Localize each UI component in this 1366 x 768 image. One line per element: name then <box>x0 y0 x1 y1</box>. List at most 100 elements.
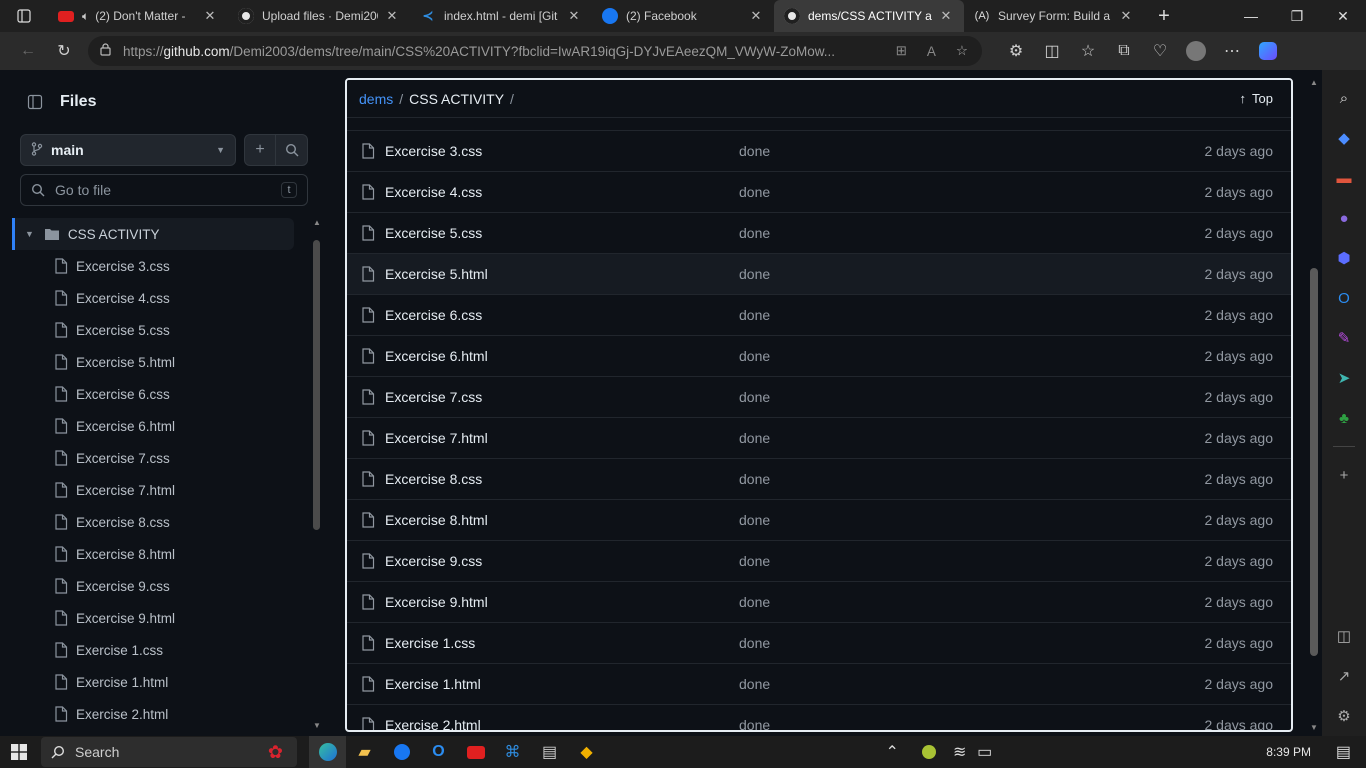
file-name-link[interactable]: Excercise 8.css <box>385 471 739 487</box>
add-file-button[interactable]: + <box>245 135 277 165</box>
tree-file-item[interactable]: Excercise 5.css <box>12 314 294 346</box>
edge-browser-icon[interactable] <box>309 736 346 768</box>
back-to-top-link[interactable]: ↑ Top <box>1240 91 1273 106</box>
breadcrumb-repo-link[interactable]: dems <box>359 91 393 107</box>
close-tab-icon[interactable]: ✕ <box>748 8 764 24</box>
security-status-icon[interactable] <box>911 736 948 768</box>
read-aloud-icon[interactable]: A <box>927 44 936 59</box>
close-tab-icon[interactable]: ✕ <box>1118 8 1134 24</box>
browser-tab[interactable]: ≺ index.html - demi [Git ✕ <box>410 0 592 32</box>
file-name-link[interactable]: Exercise 1.css <box>385 635 739 651</box>
collapse-sidebar-icon[interactable] <box>20 87 50 117</box>
branch-selector[interactable]: main ▼ <box>20 134 236 166</box>
commit-message-link[interactable]: done <box>739 512 1205 528</box>
send-icon[interactable]: ➤ <box>1330 364 1358 392</box>
table-row[interactable]: Excercise 9.html done 2 days ago <box>347 581 1291 622</box>
speaker-icon[interactable]: 🔈︎ <box>82 9 89 24</box>
battery-icon[interactable]: ▭ <box>972 736 998 768</box>
tree-file-item[interactable]: Excercise 6.html <box>12 410 294 442</box>
tree-file-item[interactable]: Excercise 3.css <box>12 250 294 282</box>
tree-file-item[interactable]: Excercise 6.css <box>12 378 294 410</box>
commit-message-link[interactable]: done <box>739 676 1205 692</box>
table-row[interactable]: Excercise 6.html done 2 days ago <box>347 335 1291 376</box>
browser-tab[interactable]: dems/CSS ACTIVITY at ✕ <box>774 0 964 32</box>
table-row[interactable]: Excercise 3.css done 2 days ago <box>347 130 1291 171</box>
close-window-button[interactable]: ✕ <box>1320 0 1366 32</box>
shopping-tag-icon[interactable]: ◆ <box>1330 124 1358 152</box>
file-explorer-icon[interactable]: ▰ <box>346 736 383 768</box>
close-tab-icon[interactable]: ✕ <box>938 8 954 24</box>
tree-folder-css-activity[interactable]: ▼ CSS ACTIVITY <box>12 218 294 250</box>
browser-tab[interactable]: Upload files · Demi200 ✕ <box>228 0 410 32</box>
split-screen-icon[interactable]: ◫ <box>1034 36 1070 66</box>
file-name-link[interactable]: Excercise 9.html <box>385 594 739 610</box>
table-row[interactable]: Exercise 1.html done 2 days ago <box>347 663 1291 704</box>
commit-message-link[interactable]: done <box>739 430 1205 446</box>
table-row[interactable]: Exercise 1.css done 2 days ago <box>347 622 1291 663</box>
browser-tab[interactable]: 🔈︎ (2) Don't Matter - ✕ <box>48 0 228 32</box>
file-name-link[interactable]: Excercise 3.css <box>385 143 739 159</box>
performance-icon[interactable]: ♡ <box>1142 36 1178 66</box>
tree-file-item[interactable]: Exercise 2.html <box>12 698 294 730</box>
tree-file-item[interactable]: Excercise 4.css <box>12 282 294 314</box>
file-name-link[interactable]: Excercise 4.css <box>385 184 739 200</box>
outlook-icon[interactable]: O <box>420 736 457 768</box>
table-row[interactable]: Excercise 5.html done 2 days ago <box>347 253 1291 294</box>
taskbar-search[interactable]: Search ✿ <box>41 737 297 767</box>
favorite-star-icon[interactable]: ☆ <box>956 43 968 59</box>
sidebar-layout-icon[interactable]: ◫ <box>1330 622 1358 650</box>
wifi-icon[interactable]: ≋ <box>948 736 972 768</box>
file-name-link[interactable]: Exercise 1.html <box>385 676 739 692</box>
page-scrollbar[interactable]: ▲ ▼ <box>1306 78 1322 732</box>
go-to-file-input[interactable]: Go to file t <box>20 174 308 206</box>
table-row[interactable]: Excercise 7.css done 2 days ago <box>347 376 1291 417</box>
minimize-button[interactable]: — <box>1228 0 1274 32</box>
file-name-link[interactable]: Excercise 5.html <box>385 266 739 282</box>
office-icon[interactable]: ⬢ <box>1330 244 1358 272</box>
commit-message-link[interactable]: done <box>739 594 1205 610</box>
commit-message-link[interactable]: done <box>739 389 1205 405</box>
table-row[interactable]: Excercise 8.html done 2 days ago <box>347 499 1291 540</box>
file-name-link[interactable]: Exercise 2.html <box>385 717 739 730</box>
tree-file-item[interactable]: Excercise 8.css <box>12 506 294 538</box>
table-row[interactable]: Exercise 2.html done 2 days ago <box>347 704 1291 730</box>
refresh-button[interactable]: ↻ <box>46 36 82 66</box>
table-row[interactable]: Excercise 8.css done 2 days ago <box>347 458 1291 499</box>
add-sidebar-app-icon[interactable]: + <box>1330 461 1358 489</box>
people-icon[interactable]: ● <box>1330 204 1358 232</box>
file-name-link[interactable]: Excercise 6.html <box>385 348 739 364</box>
file-name-link[interactable]: Excercise 7.css <box>385 389 739 405</box>
show-hidden-icons-chevron-icon[interactable]: ⌃ <box>874 736 911 768</box>
tools-icon[interactable]: ▬ <box>1330 164 1358 192</box>
tree-file-item[interactable]: Exercise 1.css <box>12 634 294 666</box>
new-tab-button[interactable]: + <box>1144 0 1184 32</box>
file-name-link[interactable]: Excercise 5.css <box>385 225 739 241</box>
browser-tab[interactable]: (2) Facebook ✕ <box>592 0 774 32</box>
commit-message-link[interactable]: done <box>739 471 1205 487</box>
file-name-link[interactable]: Excercise 7.html <box>385 430 739 446</box>
file-name-link[interactable]: Excercise 6.css <box>385 307 739 323</box>
vscode-icon[interactable]: ⌘ <box>494 736 531 768</box>
commit-message-link[interactable]: done <box>739 348 1205 364</box>
external-link-icon[interactable]: ↗ <box>1330 662 1358 690</box>
taskbar-clock[interactable]: 8:39 PM <box>1266 745 1311 759</box>
back-button[interactable]: ← <box>10 36 46 66</box>
extensions-icon[interactable]: ⚙ <box>998 36 1034 66</box>
tree-file-item[interactable]: Excercise 9.html <box>12 602 294 634</box>
file-name-link[interactable]: Excercise 9.css <box>385 553 739 569</box>
close-tab-icon[interactable]: ✕ <box>202 8 218 24</box>
more-menu-icon[interactable]: ⋯ <box>1214 36 1250 66</box>
commit-message-link[interactable]: done <box>739 717 1205 730</box>
commit-message-link[interactable]: done <box>739 184 1205 200</box>
tab-actions-icon[interactable] <box>0 0 48 32</box>
copilot-icon[interactable] <box>1250 36 1286 66</box>
commit-message-link[interactable]: done <box>739 307 1205 323</box>
tree-file-item[interactable]: Excercise 7.css <box>12 442 294 474</box>
outlook-icon[interactable]: O <box>1330 284 1358 312</box>
table-row[interactable]: Excercise 7.html done 2 days ago <box>347 417 1291 458</box>
table-row[interactable]: Excercise 6.css done 2 days ago <box>347 294 1291 335</box>
collections-icon[interactable]: ⧉ <box>1106 36 1142 66</box>
tree-file-item[interactable]: Excercise 9.css <box>12 570 294 602</box>
search-icon[interactable]: ⌕ <box>1330 84 1358 112</box>
gear-icon[interactable]: ⚙ <box>1330 702 1358 730</box>
